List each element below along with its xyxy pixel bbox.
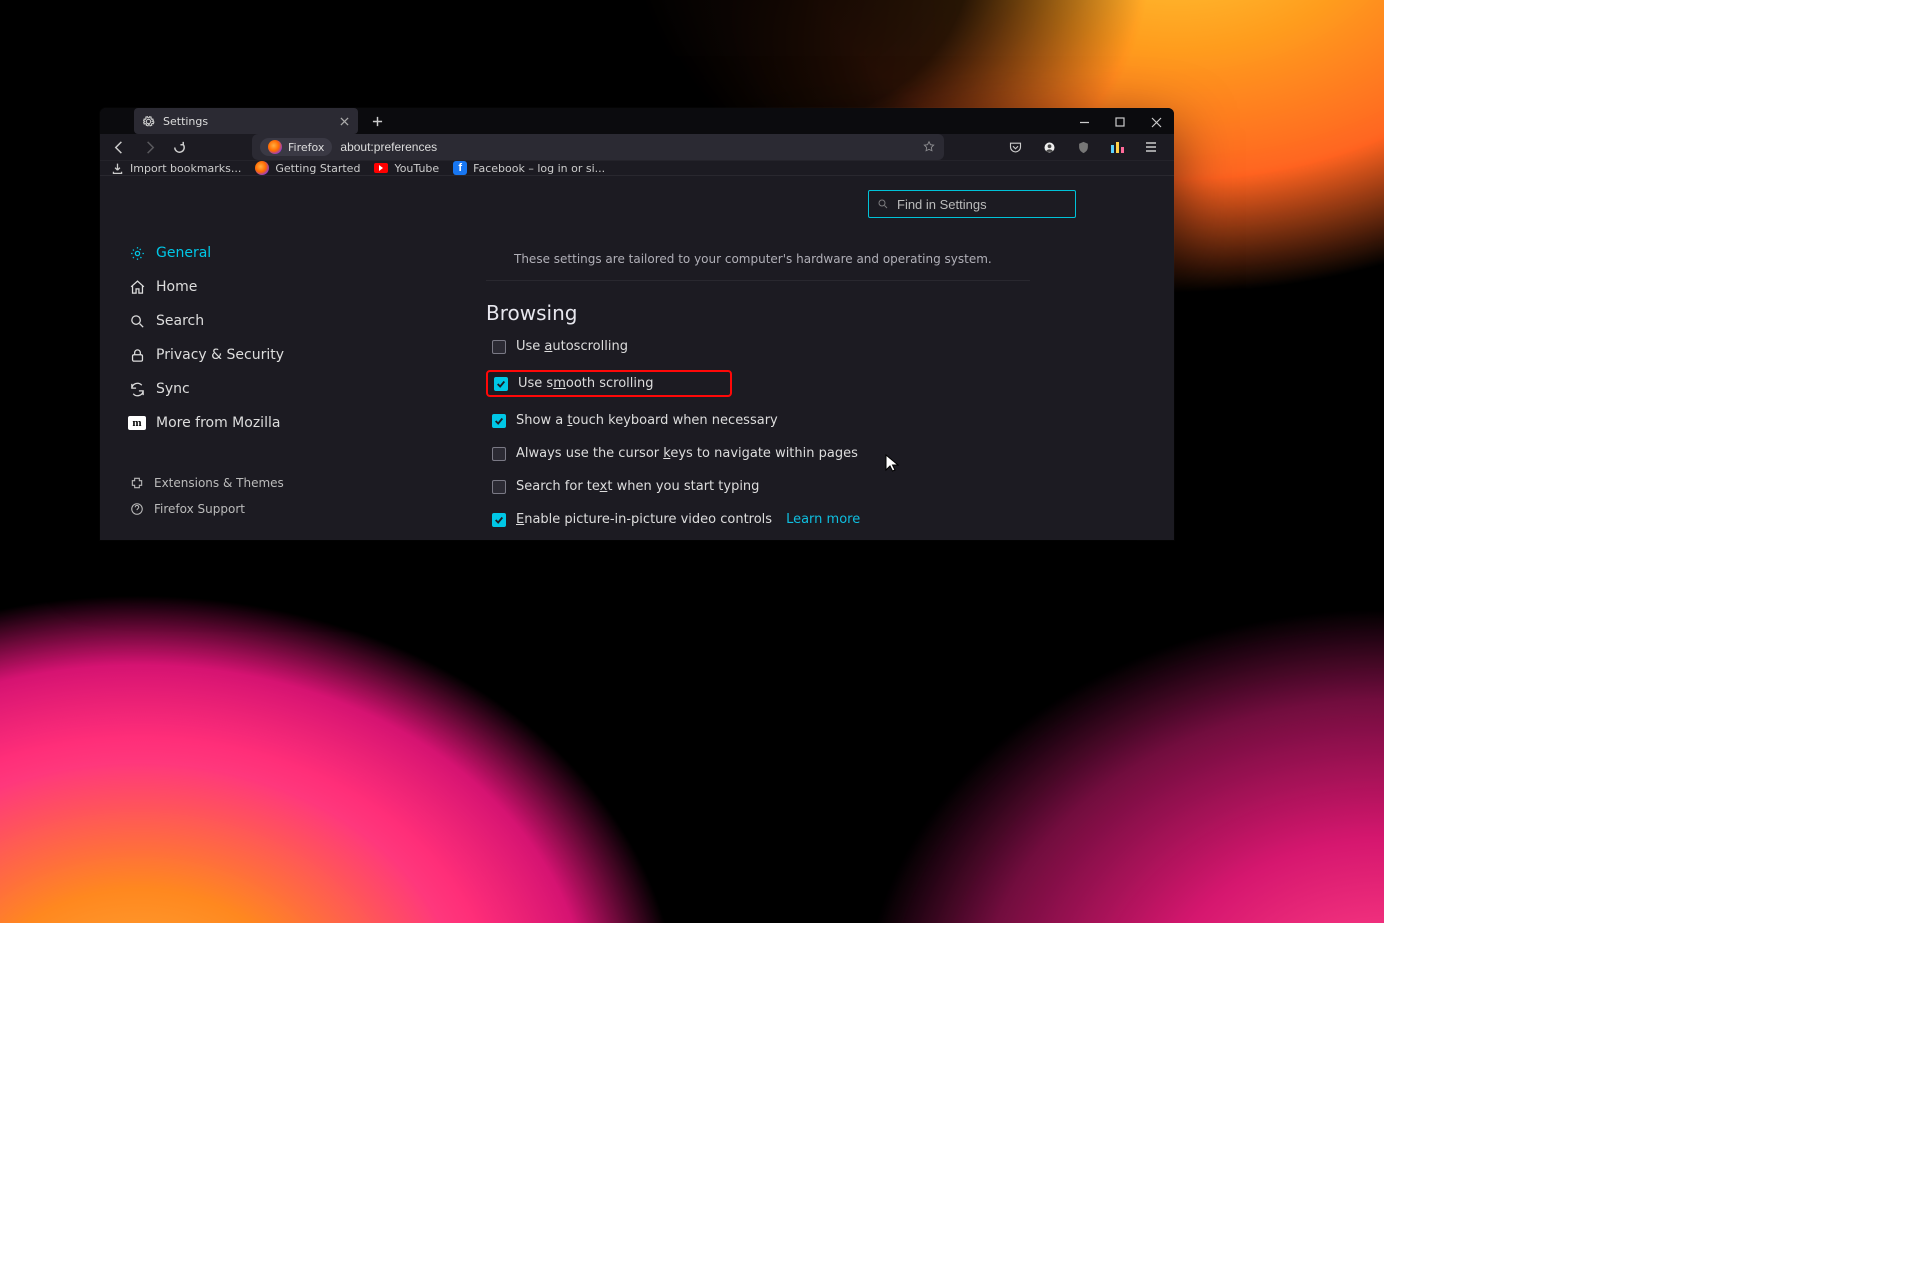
bookmark-label: YouTube — [394, 162, 439, 175]
firefox-icon — [255, 161, 269, 175]
sidebar-item-label: Extensions & Themes — [154, 476, 284, 490]
navigation-bar: Firefox — [100, 134, 1174, 161]
tab-settings[interactable]: Settings — [134, 108, 358, 134]
maximize-button[interactable] — [1102, 108, 1138, 136]
option-row-3[interactable]: Always use the cursor keys to navigate w… — [486, 444, 1130, 463]
sidebar-item-label: Home — [156, 279, 197, 295]
option-row-0[interactable]: Use autoscrolling — [486, 337, 1130, 356]
search-icon — [877, 198, 889, 210]
bookmark-label: Facebook – log in or si... — [473, 162, 605, 175]
import-bookmarks-button[interactable]: Import bookmarks... — [110, 161, 241, 175]
option-label: Use autoscrolling — [516, 339, 628, 354]
sidebar-item-label: Search — [156, 313, 204, 329]
sidebar-item-general[interactable]: General — [128, 236, 326, 270]
sidebar-item-search[interactable]: Search — [128, 304, 326, 338]
option-row-5[interactable]: Enable picture-in-picture video controls… — [486, 510, 1130, 529]
bookmark-label: Getting Started — [275, 162, 360, 175]
option-row-4[interactable]: Search for text when you start typing — [486, 477, 1130, 496]
checkbox[interactable] — [492, 340, 506, 354]
preferences-content: General Home Search Privacy & Security S… — [100, 176, 1174, 540]
section-title-browsing: Browsing — [486, 301, 1130, 325]
bookmarks-bar: Import bookmarks... Getting Started YouT… — [100, 161, 1174, 176]
close-window-button[interactable] — [1138, 108, 1174, 136]
checkbox[interactable] — [492, 480, 506, 494]
account-icon[interactable] — [1036, 134, 1062, 160]
option-label: Use smooth scrolling — [518, 376, 654, 391]
toolbar-right — [1002, 134, 1168, 160]
sidebar-item-more-from-mozilla[interactable]: m More from Mozilla — [128, 406, 326, 440]
checkbox[interactable] — [492, 513, 506, 527]
sidebar-item-support[interactable]: Firefox Support — [128, 496, 326, 522]
import-icon — [110, 161, 124, 175]
bookmark-facebook[interactable]: f Facebook – log in or si... — [453, 161, 605, 175]
bookmark-youtube[interactable]: YouTube — [374, 161, 439, 175]
sidebar-item-extensions[interactable]: Extensions & Themes — [128, 470, 326, 496]
facebook-icon: f — [453, 161, 467, 175]
forward-button[interactable] — [136, 134, 162, 160]
lock-icon — [128, 346, 146, 364]
firefox-icon — [268, 140, 282, 154]
identity-pill[interactable]: Firefox — [260, 138, 332, 156]
gear-icon — [128, 244, 146, 262]
option-label: Show a touch keyboard when necessary — [516, 413, 778, 428]
sync-icon — [128, 380, 146, 398]
search-icon — [128, 312, 146, 330]
checkbox[interactable] — [494, 377, 508, 391]
reload-button[interactable] — [166, 134, 192, 160]
option-row-1[interactable]: Use smooth scrolling — [486, 370, 732, 397]
checkbox[interactable] — [492, 447, 506, 461]
identity-label: Firefox — [288, 141, 324, 154]
sidebar-item-home[interactable]: Home — [128, 270, 326, 304]
find-in-settings[interactable] — [868, 190, 1076, 218]
divider — [486, 280, 1030, 281]
shield-icon[interactable] — [1070, 134, 1096, 160]
bookmark-star-icon[interactable] — [922, 140, 936, 154]
home-icon — [128, 278, 146, 296]
sidebar-item-sync[interactable]: Sync — [128, 372, 326, 406]
tailored-note: These settings are tailored to your comp… — [514, 252, 1130, 266]
find-input[interactable] — [897, 197, 1073, 212]
tab-strip: Settings — [100, 108, 1174, 134]
app-menu-button[interactable] — [1138, 134, 1164, 160]
import-label: Import bookmarks... — [130, 162, 241, 175]
checkbox[interactable] — [492, 414, 506, 428]
sidebar-item-label: Sync — [156, 381, 190, 397]
browsing-options: Use autoscrolling Use smooth scrolling Sho… — [486, 337, 1130, 540]
new-tab-button[interactable] — [364, 108, 390, 134]
youtube-icon — [374, 161, 388, 175]
firefox-window: Settings Firefox — [100, 108, 1174, 540]
preferences-sidebar: General Home Search Privacy & Security S… — [100, 176, 326, 540]
pocket-icon[interactable] — [1002, 134, 1028, 160]
option-row-2[interactable]: Show a touch keyboard when necessary — [486, 411, 1130, 430]
help-icon — [128, 500, 146, 518]
sidebar-item-label: More from Mozilla — [156, 415, 280, 431]
tab-close-button[interactable] — [338, 115, 350, 127]
gear-icon — [142, 115, 155, 128]
window-controls — [1066, 108, 1174, 136]
tab-title: Settings — [163, 115, 330, 128]
option-label: Always use the cursor keys to navigate w… — [516, 446, 858, 461]
option-label: Search for text when you start typing — [516, 479, 759, 494]
bookmark-getting-started[interactable]: Getting Started — [255, 161, 360, 175]
back-button[interactable] — [106, 134, 132, 160]
puzzle-icon — [128, 474, 146, 492]
address-bar[interactable]: Firefox — [252, 134, 944, 160]
sidebar-item-label: General — [156, 245, 211, 261]
preferences-main: These settings are tailored to your comp… — [326, 176, 1174, 540]
mozilla-icon: m — [128, 414, 146, 432]
url-input[interactable] — [340, 140, 914, 154]
option-label: Enable picture-in-picture video controls — [516, 512, 772, 527]
extension-icon[interactable] — [1104, 134, 1130, 160]
sidebar-item-label: Firefox Support — [154, 502, 245, 516]
sidebar-item-label: Privacy & Security — [156, 347, 284, 363]
minimize-button[interactable] — [1066, 108, 1102, 136]
sidebar-item-privacy[interactable]: Privacy & Security — [128, 338, 326, 372]
learn-more-link[interactable]: Learn more — [786, 512, 860, 527]
